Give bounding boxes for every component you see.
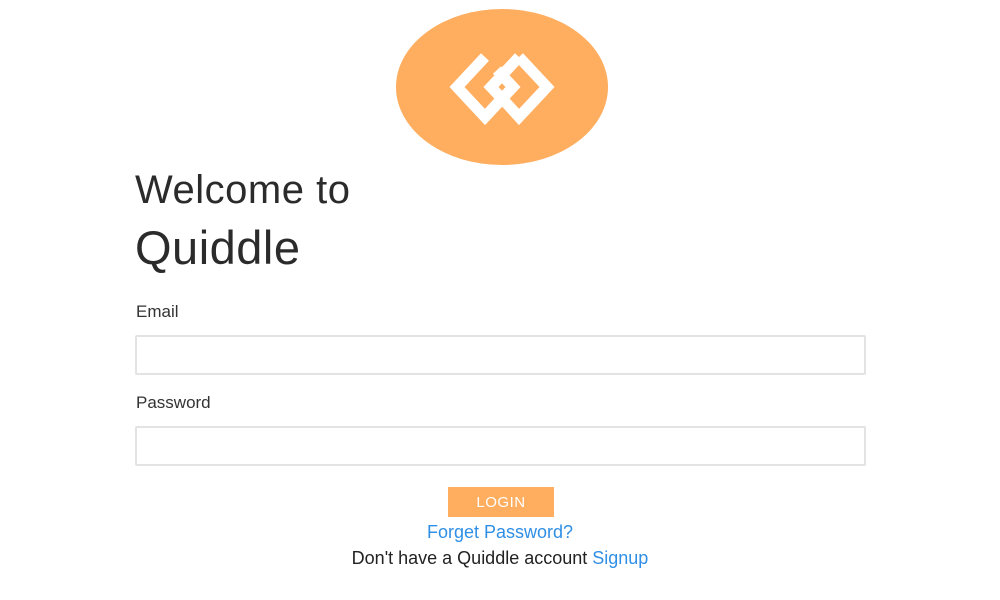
- welcome-text: Welcome to: [135, 168, 351, 212]
- quiddle-logo: [396, 9, 608, 165]
- app-name: Quiddle: [135, 221, 301, 274]
- login-button[interactable]: LOGIN: [448, 487, 554, 517]
- page-title: Welcome to Quiddle: [135, 166, 350, 276]
- signup-row: Don't have a Quiddle account Signup: [0, 548, 1000, 569]
- email-label: Email: [136, 302, 179, 321]
- password-label: Password: [136, 393, 211, 412]
- email-field[interactable]: [135, 335, 866, 375]
- password-field[interactable]: [135, 426, 866, 466]
- forgot-password-link[interactable]: Forget Password?: [427, 522, 573, 542]
- signup-link[interactable]: Signup: [592, 548, 648, 568]
- signup-prompt: Don't have a Quiddle account: [351, 548, 593, 568]
- interlocking-squares-logo-icon: [427, 45, 577, 129]
- login-page: Welcome to Quiddle Email Password LOGIN …: [0, 0, 1000, 600]
- forgot-password-row: Forget Password?: [0, 522, 1000, 543]
